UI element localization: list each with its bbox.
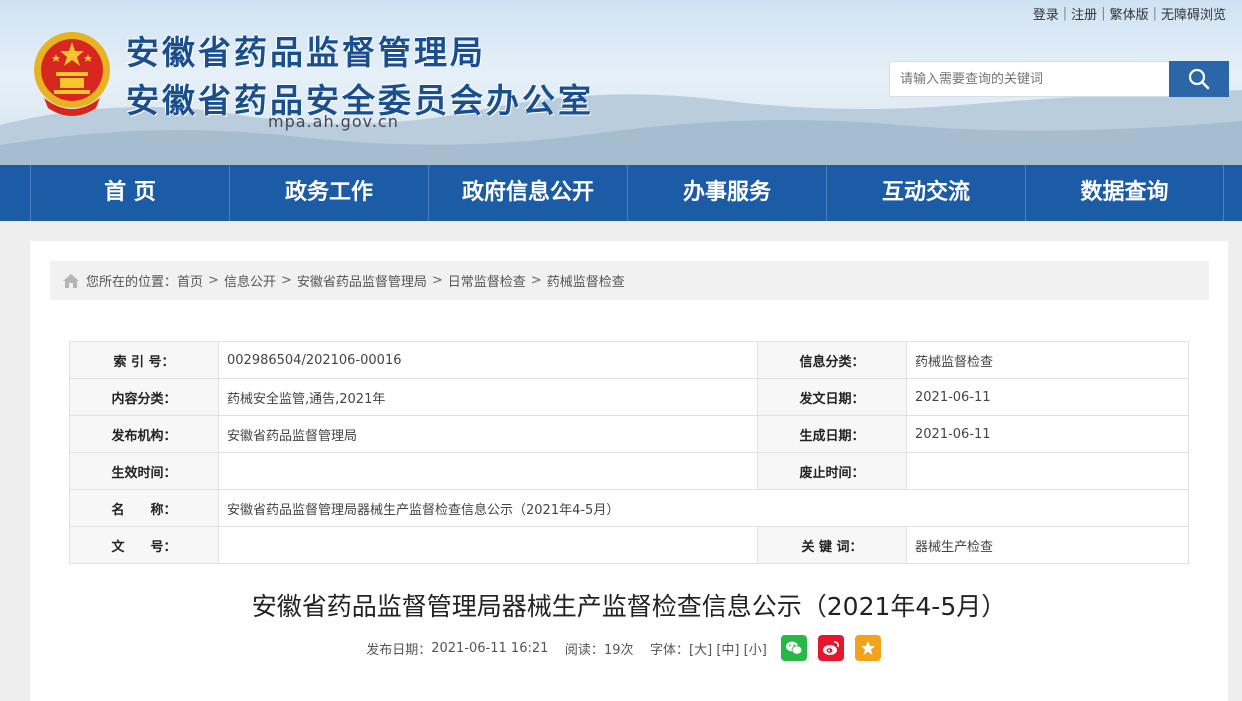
font-small-button[interactable]: [小] <box>744 639 767 658</box>
main-nav: 首 页 政务工作 政府信息公开 办事服务 互动交流 数据查询 <box>0 165 1242 221</box>
document-number-value <box>218 526 758 564</box>
breadcrumb-item[interactable]: 日常监督检查 <box>448 271 526 290</box>
weibo-share-button[interactable] <box>817 635 844 661</box>
document-name-value: 安徽省药品监督管理局器械生产监督检查信息公示（2021年4-5月） <box>218 489 1189 527</box>
table-row: 生效时间： 废止时间： <box>69 452 1189 490</box>
issue-date-value: 2021-06-11 <box>906 378 1189 416</box>
content-panel: 您所在的位置： 首页 > 信息公开 > 安徽省药品监督管理局 > 日常监督检查 … <box>30 241 1228 701</box>
issue-date-label: 发文日期： <box>757 378 907 416</box>
chevron-right-icon: > <box>431 273 443 288</box>
wechat-share-button[interactable] <box>780 635 807 661</box>
generate-date-label: 生成日期： <box>757 415 907 453</box>
table-row: 文 号： 关 键 词： 器械生产检查 <box>69 526 1189 564</box>
accessible-browse-link[interactable]: 无障碍浏览 <box>1157 4 1230 23</box>
font-medium-button[interactable]: [中] <box>716 639 739 658</box>
content-type-value: 药械安全监管,通告,2021年 <box>218 378 758 416</box>
national-emblem-icon <box>34 32 110 116</box>
favorite-share-button[interactable] <box>854 635 881 661</box>
login-link[interactable]: 登录 <box>1029 4 1063 23</box>
star-icon <box>860 641 875 655</box>
traditional-chinese-link[interactable]: 繁体版 <box>1106 4 1153 23</box>
table-row: 名 称： 安徽省药品监督管理局器械生产监督检查信息公示（2021年4-5月） <box>69 489 1189 527</box>
share-buttons <box>780 635 892 661</box>
publisher-value: 安徽省药品监督管理局 <box>218 415 758 453</box>
breadcrumb-item[interactable]: 首页 <box>177 271 203 290</box>
views-value: 19次 <box>603 642 634 658</box>
content-type-label: 内容分类： <box>69 378 219 416</box>
repeal-time-label: 废止时间： <box>757 452 907 490</box>
views-label: 阅读： <box>564 642 604 658</box>
site-domain: mpa.ah.gov.cn <box>268 112 399 131</box>
search-button[interactable] <box>1169 61 1229 97</box>
article-info-bar: 发布日期： 2021-06-11 16:21 阅读： 19次 字体： [大] [… <box>30 635 1228 661</box>
publish-date-label: 发布日期： <box>366 642 432 658</box>
breadcrumb-item[interactable]: 信息公开 <box>224 271 276 290</box>
top-links: 登录 | 注册 | 繁体版 | 无障碍浏览 <box>1029 4 1230 23</box>
wechat-icon <box>785 641 803 655</box>
nav-item-interaction[interactable]: 互动交流 <box>826 165 1025 221</box>
effective-time-value <box>218 452 758 490</box>
info-category-label: 信息分类： <box>757 341 907 379</box>
info-category-value: 药械监督检查 <box>906 341 1189 379</box>
index-number-value: 002986504/202106-00016 <box>218 341 758 379</box>
chevron-right-icon: > <box>280 273 292 288</box>
breadcrumb-item[interactable]: 安徽省药品监督管理局 <box>297 271 427 290</box>
publish-date-value: 2021-06-11 16:21 <box>431 640 549 656</box>
site-header: 安徽省药品监督管理局 安徽省药品安全委员会办公室 mpa.ah.gov.cn 登… <box>0 0 1242 165</box>
search-input[interactable] <box>889 61 1169 97</box>
generate-date-value: 2021-06-11 <box>906 415 1189 453</box>
search-icon <box>1188 68 1210 90</box>
font-size-label: 字体： <box>650 642 690 658</box>
nav-item-services[interactable]: 办事服务 <box>627 165 826 221</box>
table-row: 内容分类： 药械安全监管,通告,2021年 发文日期： 2021-06-11 <box>69 378 1189 416</box>
effective-time-label: 生效时间： <box>69 452 219 490</box>
document-metadata-table: 索 引 号： 002986504/202106-00016 信息分类： 药械监督… <box>69 341 1189 564</box>
breadcrumb-prefix: 您所在的位置： <box>86 275 178 290</box>
table-row: 发布机构： 安徽省药品监督管理局 生成日期： 2021-06-11 <box>69 415 1189 453</box>
nav-item-info-disclosure[interactable]: 政府信息公开 <box>428 165 627 221</box>
site-title-primary: 安徽省药品监督管理局 <box>126 33 486 72</box>
article-title: 安徽省药品监督管理局器械生产监督检查信息公示（2021年4-5月） <box>251 592 1007 621</box>
table-row: 索 引 号： 002986504/202106-00016 信息分类： 药械监督… <box>69 341 1189 379</box>
nav-item-data-query[interactable]: 数据查询 <box>1025 165 1224 221</box>
index-number-label: 索 引 号： <box>69 341 219 379</box>
keyword-value: 器械生产检查 <box>906 526 1189 564</box>
weibo-icon <box>822 641 839 655</box>
keyword-label: 关 键 词： <box>757 526 907 564</box>
document-number-label: 文 号： <box>69 526 219 564</box>
breadcrumb: 您所在的位置： 首页 > 信息公开 > 安徽省药品监督管理局 > 日常监督检查 … <box>50 261 1209 300</box>
font-large-button[interactable]: [大] <box>689 639 712 658</box>
breadcrumb-item[interactable]: 药械监督检查 <box>547 271 625 290</box>
home-icon <box>62 273 80 289</box>
repeal-time-value <box>906 452 1189 490</box>
chevron-right-icon: > <box>530 273 542 288</box>
document-name-label: 名 称： <box>69 489 219 527</box>
chevron-right-icon: > <box>208 273 219 288</box>
search-box <box>889 61 1229 97</box>
publisher-label: 发布机构： <box>69 415 219 453</box>
nav-item-government-affairs[interactable]: 政务工作 <box>229 165 428 221</box>
register-link[interactable]: 注册 <box>1067 4 1101 23</box>
nav-item-home[interactable]: 首 页 <box>30 165 229 221</box>
